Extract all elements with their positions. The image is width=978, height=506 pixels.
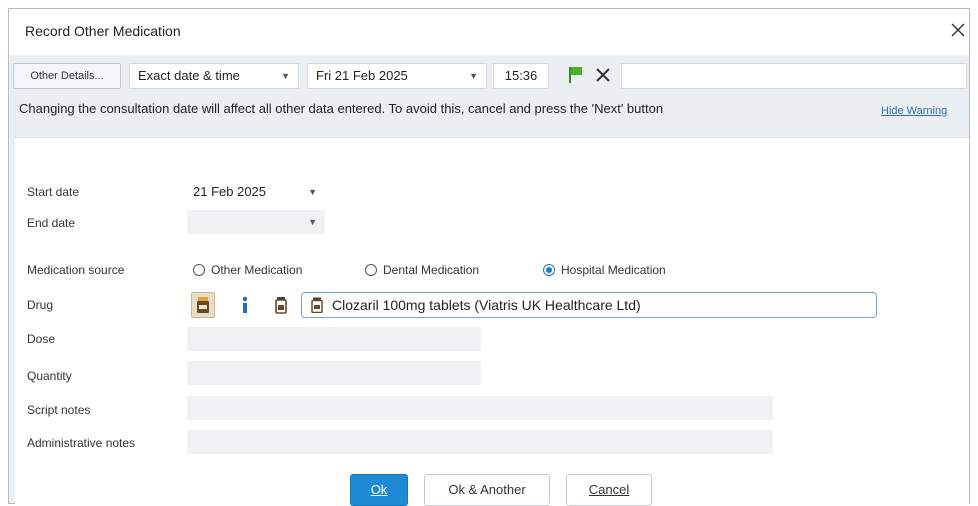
record-medication-dialog: Record Other Medication Other Details...…	[8, 8, 970, 506]
date-warning-text: Changing the consultation date will affe…	[19, 101, 664, 116]
info-icon	[242, 296, 248, 313]
end-date-label: End date	[27, 216, 76, 230]
admin-notes-label: Administrative notes	[27, 436, 136, 450]
script-notes-label: Script notes	[27, 403, 91, 417]
ok-and-another-button[interactable]: Ok & Another	[424, 474, 550, 506]
cancel-button[interactable]: Cancel	[566, 474, 652, 506]
dialog-title: Record Other Medication	[25, 23, 181, 39]
medication-source-label: Medication source	[27, 263, 125, 277]
dose-field[interactable]	[187, 327, 481, 351]
medicine-bottle-icon	[197, 297, 209, 313]
chevron-down-icon: ▼	[308, 187, 317, 197]
radio-other-medication[interactable]: Other Medication	[193, 261, 302, 279]
chevron-down-icon: ▼	[469, 71, 478, 81]
script-notes-field[interactable]	[187, 396, 773, 420]
ok-button-label: Ok	[370, 482, 388, 497]
radio-dental-medication[interactable]: Dental Medication	[365, 261, 479, 279]
start-date-label: Start date	[27, 185, 80, 199]
radio-circle	[543, 263, 555, 276]
date-mode-value: Exact date & time	[138, 68, 240, 83]
drug-input[interactable]: Clozaril 100mg tablets (Viatris UK Healt…	[301, 292, 877, 318]
hide-warning-link[interactable]: Hide Warning	[881, 105, 947, 117]
dose-label: Dose	[27, 332, 56, 346]
radio-label: Hospital Medication	[561, 263, 666, 277]
ok-button[interactable]: Ok	[350, 474, 408, 506]
consultation-extra-field[interactable]	[621, 63, 967, 89]
chevron-down-icon: ▼	[308, 217, 317, 227]
date-mode-dropdown[interactable]: Exact date & time ▼	[129, 63, 299, 89]
medication-form: Start date 21 Feb 2025 ▼ End date ▼ Medi…	[15, 137, 969, 506]
radio-hospital-medication[interactable]: Hospital Medication	[543, 261, 666, 279]
consultation-toolbar: Other Details... Exact date & time ▼ Fri…	[9, 59, 969, 93]
medicine-bottle-icon	[311, 297, 323, 313]
consultation-date-dropdown[interactable]: Fri 21 Feb 2025 ▼	[307, 63, 487, 89]
start-date-value: 21 Feb 2025	[193, 184, 267, 199]
green-flag-icon[interactable]	[566, 65, 586, 85]
drug-info-button[interactable]	[233, 292, 257, 318]
consultation-time-field[interactable]: 15:36	[493, 63, 549, 89]
drug-label: Drug	[27, 298, 54, 312]
x-icon[interactable]	[593, 65, 613, 85]
start-date-dropdown[interactable]: 21 Feb 2025 ▼	[187, 180, 325, 204]
admin-notes-field[interactable]	[187, 430, 773, 454]
radio-label: Dental Medication	[383, 263, 480, 277]
radio-circle	[193, 263, 205, 276]
drug-lookup-button[interactable]	[191, 292, 215, 318]
cancel-button-label: Cancel	[588, 482, 630, 497]
title-bar: Record Other Medication	[9, 9, 969, 55]
quantity-field[interactable]	[187, 361, 481, 385]
other-details-button[interactable]: Other Details...	[13, 63, 121, 89]
radio-label: Other Medication	[211, 263, 303, 277]
quantity-label: Quantity	[27, 369, 72, 383]
consultation-date-value: Fri 21 Feb 2025	[316, 68, 408, 83]
radio-circle	[365, 263, 377, 276]
close-icon[interactable]	[947, 19, 969, 41]
medicine-bottle-icon	[275, 297, 287, 314]
chevron-down-icon: ▼	[281, 71, 290, 81]
end-date-dropdown[interactable]: ▼	[187, 210, 325, 234]
drug-value: Clozaril 100mg tablets (Viatris UK Healt…	[332, 297, 641, 313]
drug-pack-button[interactable]	[269, 292, 293, 318]
